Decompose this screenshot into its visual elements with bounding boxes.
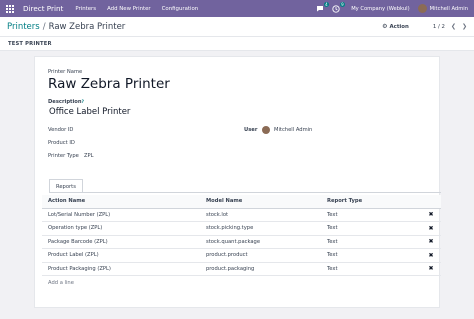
control-panel: Printers / Raw Zebra Printer ⚙ Action 1 / … (0, 17, 474, 37)
apps-menu-icon[interactable] (6, 4, 14, 13)
cell-type[interactable]: Text (321, 262, 421, 276)
vendor-id-label: Vendor ID (48, 127, 74, 133)
tab-reports[interactable]: Reports (49, 179, 83, 193)
company-switcher[interactable]: My Company (Webkul) (351, 6, 409, 12)
breadcrumb-current: Raw Zebra Printer (48, 21, 126, 32)
delete-row-icon[interactable]: ✖ (421, 208, 441, 222)
product-id-label: Product ID (48, 140, 75, 146)
cell-type[interactable]: Text (321, 248, 421, 263)
cell-action[interactable]: Product Packaging (ZPL) (42, 262, 200, 276)
printer-type-label: Printer Type (48, 153, 79, 159)
activity-clock-icon[interactable]: 9 (331, 1, 346, 14)
table-row[interactable]: Product Packaging (ZPL) product.packagin… (42, 262, 441, 276)
delete-row-icon[interactable]: ✖ (421, 221, 441, 236)
cell-model[interactable]: stock.lot (200, 208, 321, 222)
cell-type[interactable]: Text (321, 208, 421, 222)
table-header-row: Action Name Model Name Report Type (42, 195, 441, 209)
breadcrumb: Printers / Raw Zebra Printer (7, 22, 125, 32)
menu-printers[interactable]: Printers (75, 6, 96, 12)
table-row[interactable]: Lot/Serial Number (ZPL) stock.lot Text ✖ (42, 208, 441, 222)
add-line-link[interactable]: Add a line (42, 276, 441, 290)
cell-type[interactable]: Text (321, 221, 421, 236)
table-row[interactable]: Operation type (ZPL) stock.picking.type … (42, 221, 441, 236)
user-field-avatar (262, 126, 270, 134)
delete-row-icon[interactable]: ✖ (421, 235, 441, 249)
col-report-type[interactable]: Report Type (321, 195, 421, 209)
app-name[interactable]: Direct Print (23, 4, 63, 13)
user-field[interactable]: Mitchell Admin (262, 126, 312, 134)
printer-name-label: Printer Name (48, 69, 83, 75)
help-icon[interactable]: ? (82, 99, 84, 104)
pager-value[interactable]: 1 / 2 (433, 24, 445, 30)
description-label-text: Description (48, 99, 82, 105)
menu-configuration[interactable]: Configuration (162, 6, 199, 12)
top-navbar: Direct Print Printers Add New Printer Co… (0, 0, 474, 17)
user-label: User (244, 127, 258, 133)
status-bar: TEST PRINTER (0, 37, 474, 51)
user-menu[interactable]: Mitchell Admin (430, 6, 468, 12)
pager-next-icon[interactable]: ❯ (462, 23, 467, 30)
description-field[interactable]: Office Label Printer (49, 107, 130, 117)
printer-name-field[interactable]: Raw Zebra Printer (48, 76, 170, 92)
col-delete (421, 195, 441, 209)
cell-model[interactable]: stock.quant.package (200, 235, 321, 249)
add-line-row: Add a line (42, 276, 441, 290)
breadcrumb-printers[interactable]: Printers (7, 22, 40, 32)
cell-action[interactable]: Product Label (ZPL) (42, 248, 200, 263)
cell-model[interactable]: product.packaging (200, 262, 321, 276)
test-printer-button[interactable]: TEST PRINTER (8, 41, 52, 47)
user-field-value: Mitchell Admin (274, 127, 313, 133)
action-button[interactable]: ⚙ Action (382, 23, 409, 30)
chat-badge: 4 (323, 1, 330, 7)
col-model-name[interactable]: Model Name (200, 195, 321, 209)
cell-action[interactable]: Operation type (ZPL) (42, 221, 200, 236)
table-row[interactable]: Product Label (ZPL) product.product Text… (42, 248, 441, 263)
cell-model[interactable]: product.product (200, 248, 321, 263)
pager-prev-icon[interactable]: ❮ (451, 23, 456, 30)
cell-action[interactable]: Package Barcode (ZPL) (42, 235, 200, 249)
cell-action[interactable]: Lot/Serial Number (ZPL) (42, 208, 200, 222)
delete-row-icon[interactable]: ✖ (421, 262, 441, 276)
menu-add-new-printer[interactable]: Add New Printer (107, 6, 151, 12)
gear-icon: ⚙ (382, 23, 388, 30)
table-row[interactable]: Package Barcode (ZPL) stock.quant.packag… (42, 235, 441, 249)
tab-divider (49, 192, 441, 193)
form-sheet: Printer Name Raw Zebra Printer Descripti… (34, 56, 441, 308)
reports-table: Action Name Model Name Report Type Lot/S… (42, 195, 441, 290)
col-action-name[interactable]: Action Name (42, 195, 200, 209)
breadcrumb-separator: / (42, 21, 46, 32)
chat-icon[interactable]: 4 (315, 1, 330, 14)
user-avatar[interactable] (417, 4, 427, 13)
delete-row-icon[interactable]: ✖ (421, 248, 441, 263)
printer-type-field[interactable]: ZPL (84, 153, 94, 159)
activity-badge: 9 (339, 1, 346, 7)
cell-type[interactable]: Text (321, 235, 421, 249)
cell-model[interactable]: stock.picking.type (200, 221, 321, 236)
action-label: Action (389, 23, 409, 30)
description-label: Description? (48, 99, 84, 105)
